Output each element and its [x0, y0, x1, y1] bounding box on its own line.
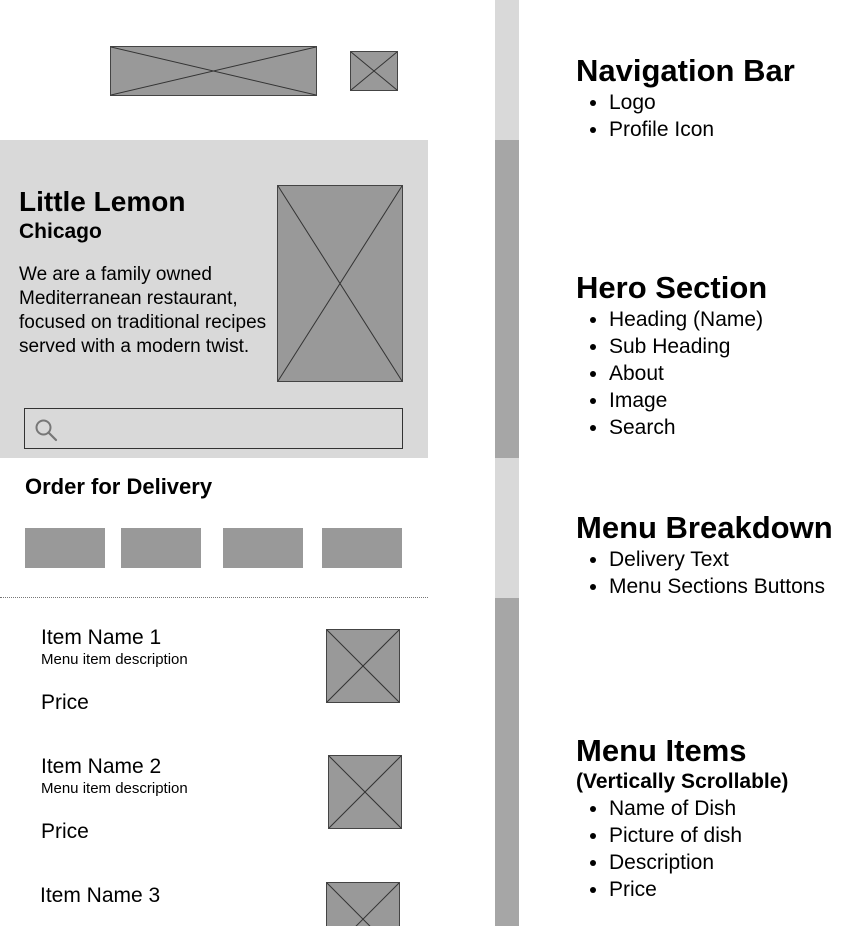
annotation-list: Name of Dish Picture of dish Description… — [576, 795, 788, 903]
item-image-placeholder — [328, 755, 402, 829]
annotation-list: Delivery Text Menu Sections Buttons — [576, 546, 833, 600]
menu-section-button-4[interactable] — [322, 528, 402, 568]
annotation-item: Picture of dish — [609, 822, 788, 849]
item-price: Price — [41, 691, 89, 714]
annotation-title: Navigation Bar — [576, 53, 795, 88]
hero-section-marker — [495, 140, 519, 458]
annotation-item: Profile Icon — [609, 116, 795, 143]
item-description: Menu item description — [41, 651, 188, 668]
annotation-menu-items: Menu Items (Vertically Scrollable) Name … — [576, 733, 788, 903]
annotation-item: Description — [609, 849, 788, 876]
menu-section-button-1[interactable] — [25, 528, 105, 568]
item-name: Item Name 3 — [40, 884, 161, 907]
search-input[interactable] — [24, 408, 403, 449]
annotation-title: Menu Items — [576, 733, 747, 768]
annotation-item: About — [609, 360, 767, 387]
item-image-placeholder — [326, 882, 400, 926]
nav-section-marker — [495, 0, 519, 140]
hero-title: Little Lemon — [19, 186, 186, 217]
annotation-navigation-bar: Navigation Bar Logo Profile Icon — [576, 53, 795, 143]
delivery-heading: Order for Delivery — [25, 474, 213, 499]
menu-section-button-2[interactable] — [121, 528, 201, 568]
hero-image-placeholder — [277, 185, 403, 382]
annotation-title: Menu Breakdown — [576, 510, 833, 545]
annotation-item: Delivery Text — [609, 546, 833, 573]
item-name: Item Name 1 — [41, 626, 162, 649]
annotation-item: Sub Heading — [609, 333, 767, 360]
annotation-menu-breakdown: Menu Breakdown Delivery Text Menu Sectio… — [576, 510, 833, 600]
hero-subtitle: Chicago — [19, 220, 102, 243]
annotation-list: Logo Profile Icon — [576, 89, 795, 143]
logo-placeholder[interactable] — [110, 46, 317, 96]
annotation-list: Heading (Name) Sub Heading About Image S… — [576, 306, 767, 441]
annotation-hero-section: Hero Section Heading (Name) Sub Heading … — [576, 270, 767, 441]
item-description: Menu item description — [41, 780, 188, 797]
annotation-item: Logo — [609, 89, 795, 116]
annotation-item: Image — [609, 387, 767, 414]
profile-icon-placeholder[interactable] — [350, 51, 398, 91]
annotation-title: Hero Section — [576, 270, 768, 305]
annotation-item: Heading (Name) — [609, 306, 767, 333]
item-price: Price — [41, 820, 89, 843]
section-divider — [0, 597, 428, 598]
menu-section-button-3[interactable] — [223, 528, 303, 568]
hero-about: We are a family owned Mediterranean rest… — [19, 264, 267, 357]
annotation-subtitle: (Vertically Scrollable) — [576, 770, 789, 793]
annotation-item: Name of Dish — [609, 795, 788, 822]
item-image-placeholder — [326, 629, 400, 703]
annotation-item: Price — [609, 876, 788, 903]
menu-breakdown-marker — [495, 458, 519, 598]
annotation-item: Search — [609, 414, 767, 441]
search-icon — [35, 419, 58, 442]
item-name: Item Name 2 — [41, 755, 162, 778]
menu-items-marker — [495, 598, 519, 926]
annotation-item: Menu Sections Buttons — [609, 573, 833, 600]
